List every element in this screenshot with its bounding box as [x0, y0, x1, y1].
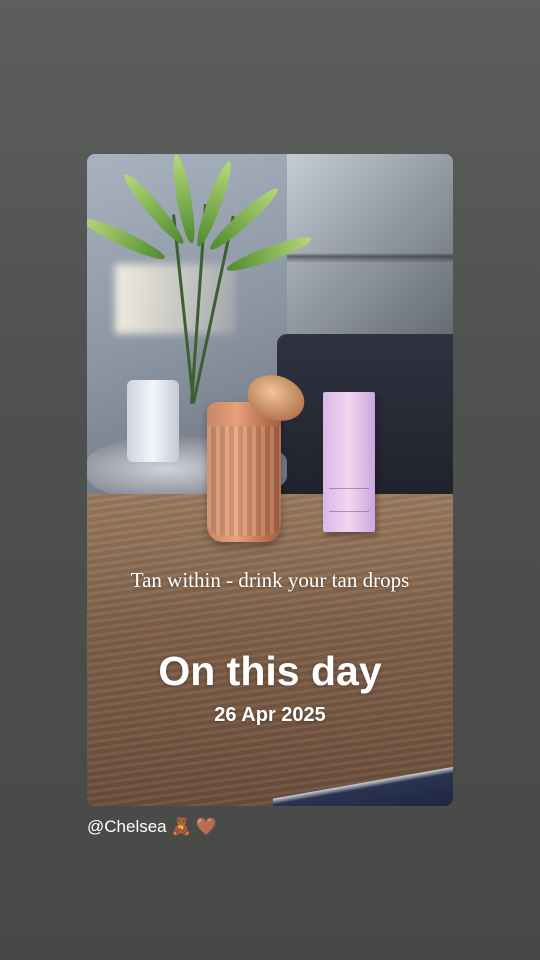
product-box-label: [329, 488, 369, 512]
photo-table-edge: [273, 766, 453, 806]
story-caption: Tan within - drink your tan drops: [130, 568, 410, 592]
jar-ribs: [207, 426, 281, 536]
memory-date: 26 Apr 2025: [214, 704, 326, 726]
brown-heart-icon: 🤎: [195, 817, 217, 836]
photo-product-box: [323, 392, 375, 532]
mention-row[interactable]: @Chelsea 🧸 🤎: [87, 814, 217, 840]
memory-title: On this day: [158, 648, 382, 694]
mention-username[interactable]: @Chelsea: [87, 817, 167, 837]
story-card[interactable]: Tan within - drink your tan drops On thi…: [87, 154, 453, 806]
photo-glass-jar: [207, 402, 281, 542]
teddy-bear-icon: 🧸: [170, 817, 192, 836]
photo-candle: [127, 380, 179, 462]
